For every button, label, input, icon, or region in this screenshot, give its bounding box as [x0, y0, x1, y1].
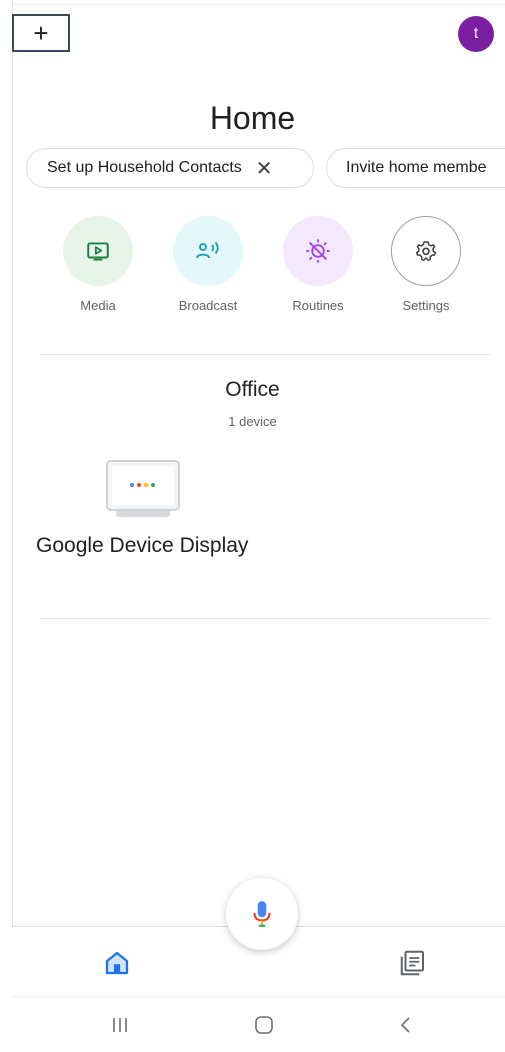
avatar-initial: t: [473, 25, 479, 42]
home-icon[interactable]: [102, 948, 132, 978]
microphone-icon: [253, 901, 271, 927]
add-button[interactable]: +: [12, 14, 70, 52]
divider: [40, 618, 490, 619]
close-icon[interactable]: ✕: [256, 156, 273, 181]
feed-icon[interactable]: [398, 948, 428, 978]
action-routines-label: Routines: [292, 298, 344, 313]
action-media[interactable]: Media: [48, 216, 148, 313]
home-nav-icon[interactable]: [244, 1010, 284, 1040]
chip-label: Set up Household Contacts: [47, 159, 242, 176]
action-broadcast-label: Broadcast: [178, 298, 238, 313]
action-settings[interactable]: Settings: [376, 216, 476, 313]
room-title: Office: [225, 378, 280, 401]
back-icon[interactable]: [386, 1010, 426, 1040]
chip-household-contacts[interactable]: Set up Household Contacts ✕: [26, 148, 314, 188]
suggestion-chips: Set up Household Contacts ✕ Invite home …: [26, 148, 505, 192]
microphone-button[interactable]: [226, 878, 298, 950]
quick-actions: Media Broadcast Routines Settings: [0, 216, 505, 326]
recent-apps-icon[interactable]: [100, 1010, 140, 1040]
action-routines[interactable]: Routines: [268, 216, 368, 313]
gear-icon: [391, 216, 461, 286]
device-name[interactable]: Google Device Display: [36, 534, 248, 558]
routines-icon: [283, 216, 353, 286]
broadcast-icon: [173, 216, 243, 286]
action-media-label: Media: [80, 298, 116, 313]
plus-icon: +: [33, 17, 49, 48]
divider: [40, 354, 490, 355]
media-icon: [63, 216, 133, 286]
action-broadcast[interactable]: Broadcast: [158, 216, 258, 313]
account-avatar[interactable]: t: [458, 16, 494, 52]
smart-display-icon[interactable]: [104, 458, 182, 520]
action-settings-label: Settings: [402, 298, 450, 313]
chip-invite-member[interactable]: Invite home membe: [326, 148, 505, 188]
page-title: Home: [209, 100, 296, 136]
chip-label: Invite home membe: [346, 159, 487, 176]
window-left-edge: [0, 0, 13, 1051]
window-top-edge: [0, 0, 505, 5]
room-device-count: 1 device: [228, 414, 277, 429]
